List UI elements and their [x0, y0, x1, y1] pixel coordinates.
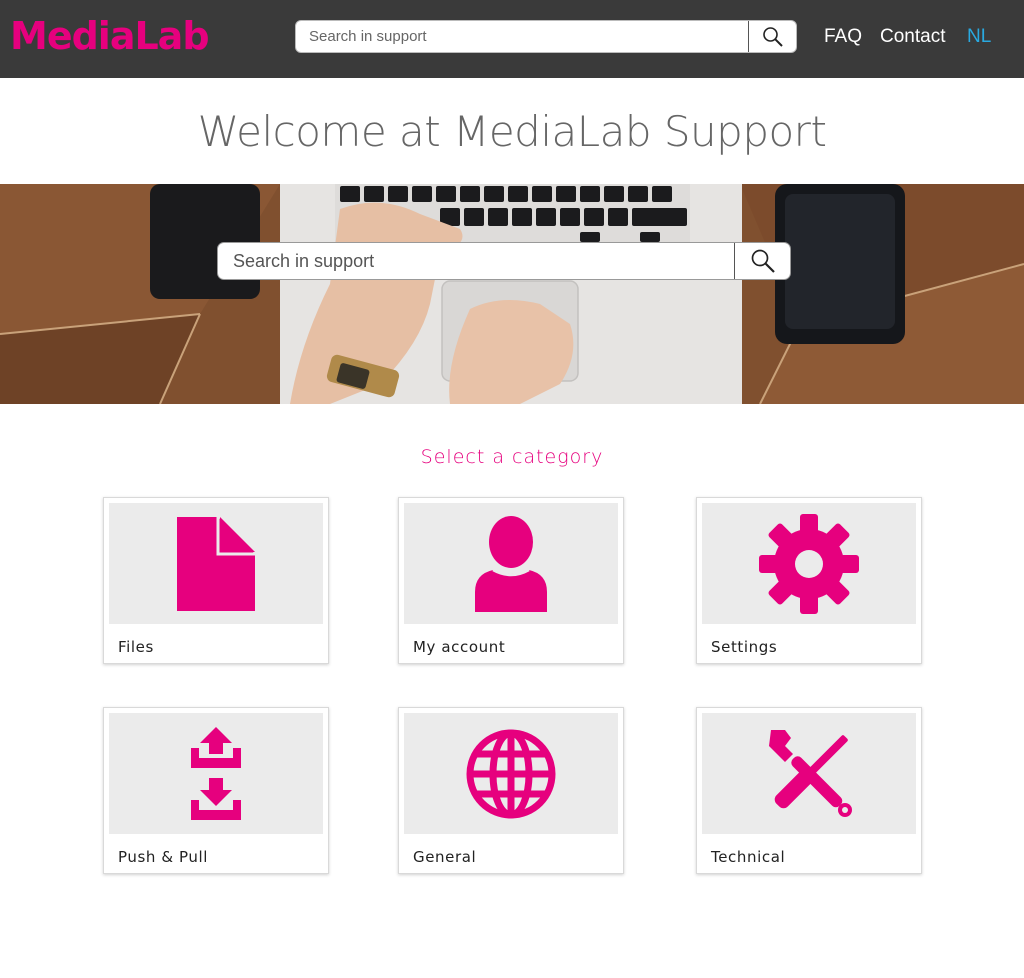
- gear-icon: [759, 513, 859, 614]
- hero-search-button[interactable]: [734, 243, 790, 279]
- category-card-general[interactable]: General: [398, 707, 624, 874]
- category-card-settings[interactable]: Settings: [696, 497, 922, 664]
- card-label: My account: [413, 638, 506, 656]
- category-heading: Select a category: [420, 446, 604, 468]
- card-label: Settings: [711, 638, 778, 656]
- header-search-input[interactable]: [296, 21, 748, 52]
- hero-background-image: [0, 184, 1024, 404]
- card-image: [404, 713, 618, 834]
- header-search: [295, 20, 797, 53]
- card-label: General: [413, 848, 477, 866]
- nav-contact-link[interactable]: Contact: [880, 25, 945, 49]
- card-image: [702, 713, 916, 834]
- file-icon: [177, 516, 255, 611]
- upload-download-icon: [191, 726, 241, 820]
- logo[interactable]: MediaLab: [10, 14, 210, 58]
- hero-search: [217, 242, 791, 280]
- language-switch-link[interactable]: NL: [967, 25, 991, 49]
- top-header: MediaLab FAQ Contact NL: [0, 0, 1024, 78]
- category-card-technical[interactable]: Technical: [696, 707, 922, 874]
- header-search-button[interactable]: [748, 21, 796, 52]
- card-label: Files: [118, 638, 154, 656]
- tools-icon: [769, 729, 852, 817]
- card-label: Technical: [711, 848, 786, 866]
- user-icon: [475, 515, 547, 612]
- category-card-push-pull[interactable]: Push & Pull: [103, 707, 329, 874]
- search-icon: [762, 26, 783, 47]
- card-image: [702, 503, 916, 624]
- globe-icon: [466, 729, 556, 818]
- category-card-files[interactable]: Files: [103, 497, 329, 664]
- card-image: [404, 503, 618, 624]
- page-title: Welcome at MediaLab Support: [197, 107, 827, 156]
- nav-faq-link[interactable]: FAQ: [824, 25, 862, 49]
- category-card-my-account[interactable]: My account: [398, 497, 624, 664]
- hero-search-input[interactable]: [218, 243, 734, 279]
- card-label: Push & Pull: [118, 848, 209, 866]
- search-icon: [751, 249, 775, 273]
- hero-banner: [0, 184, 1024, 404]
- card-image: [109, 503, 323, 624]
- card-image: [109, 713, 323, 834]
